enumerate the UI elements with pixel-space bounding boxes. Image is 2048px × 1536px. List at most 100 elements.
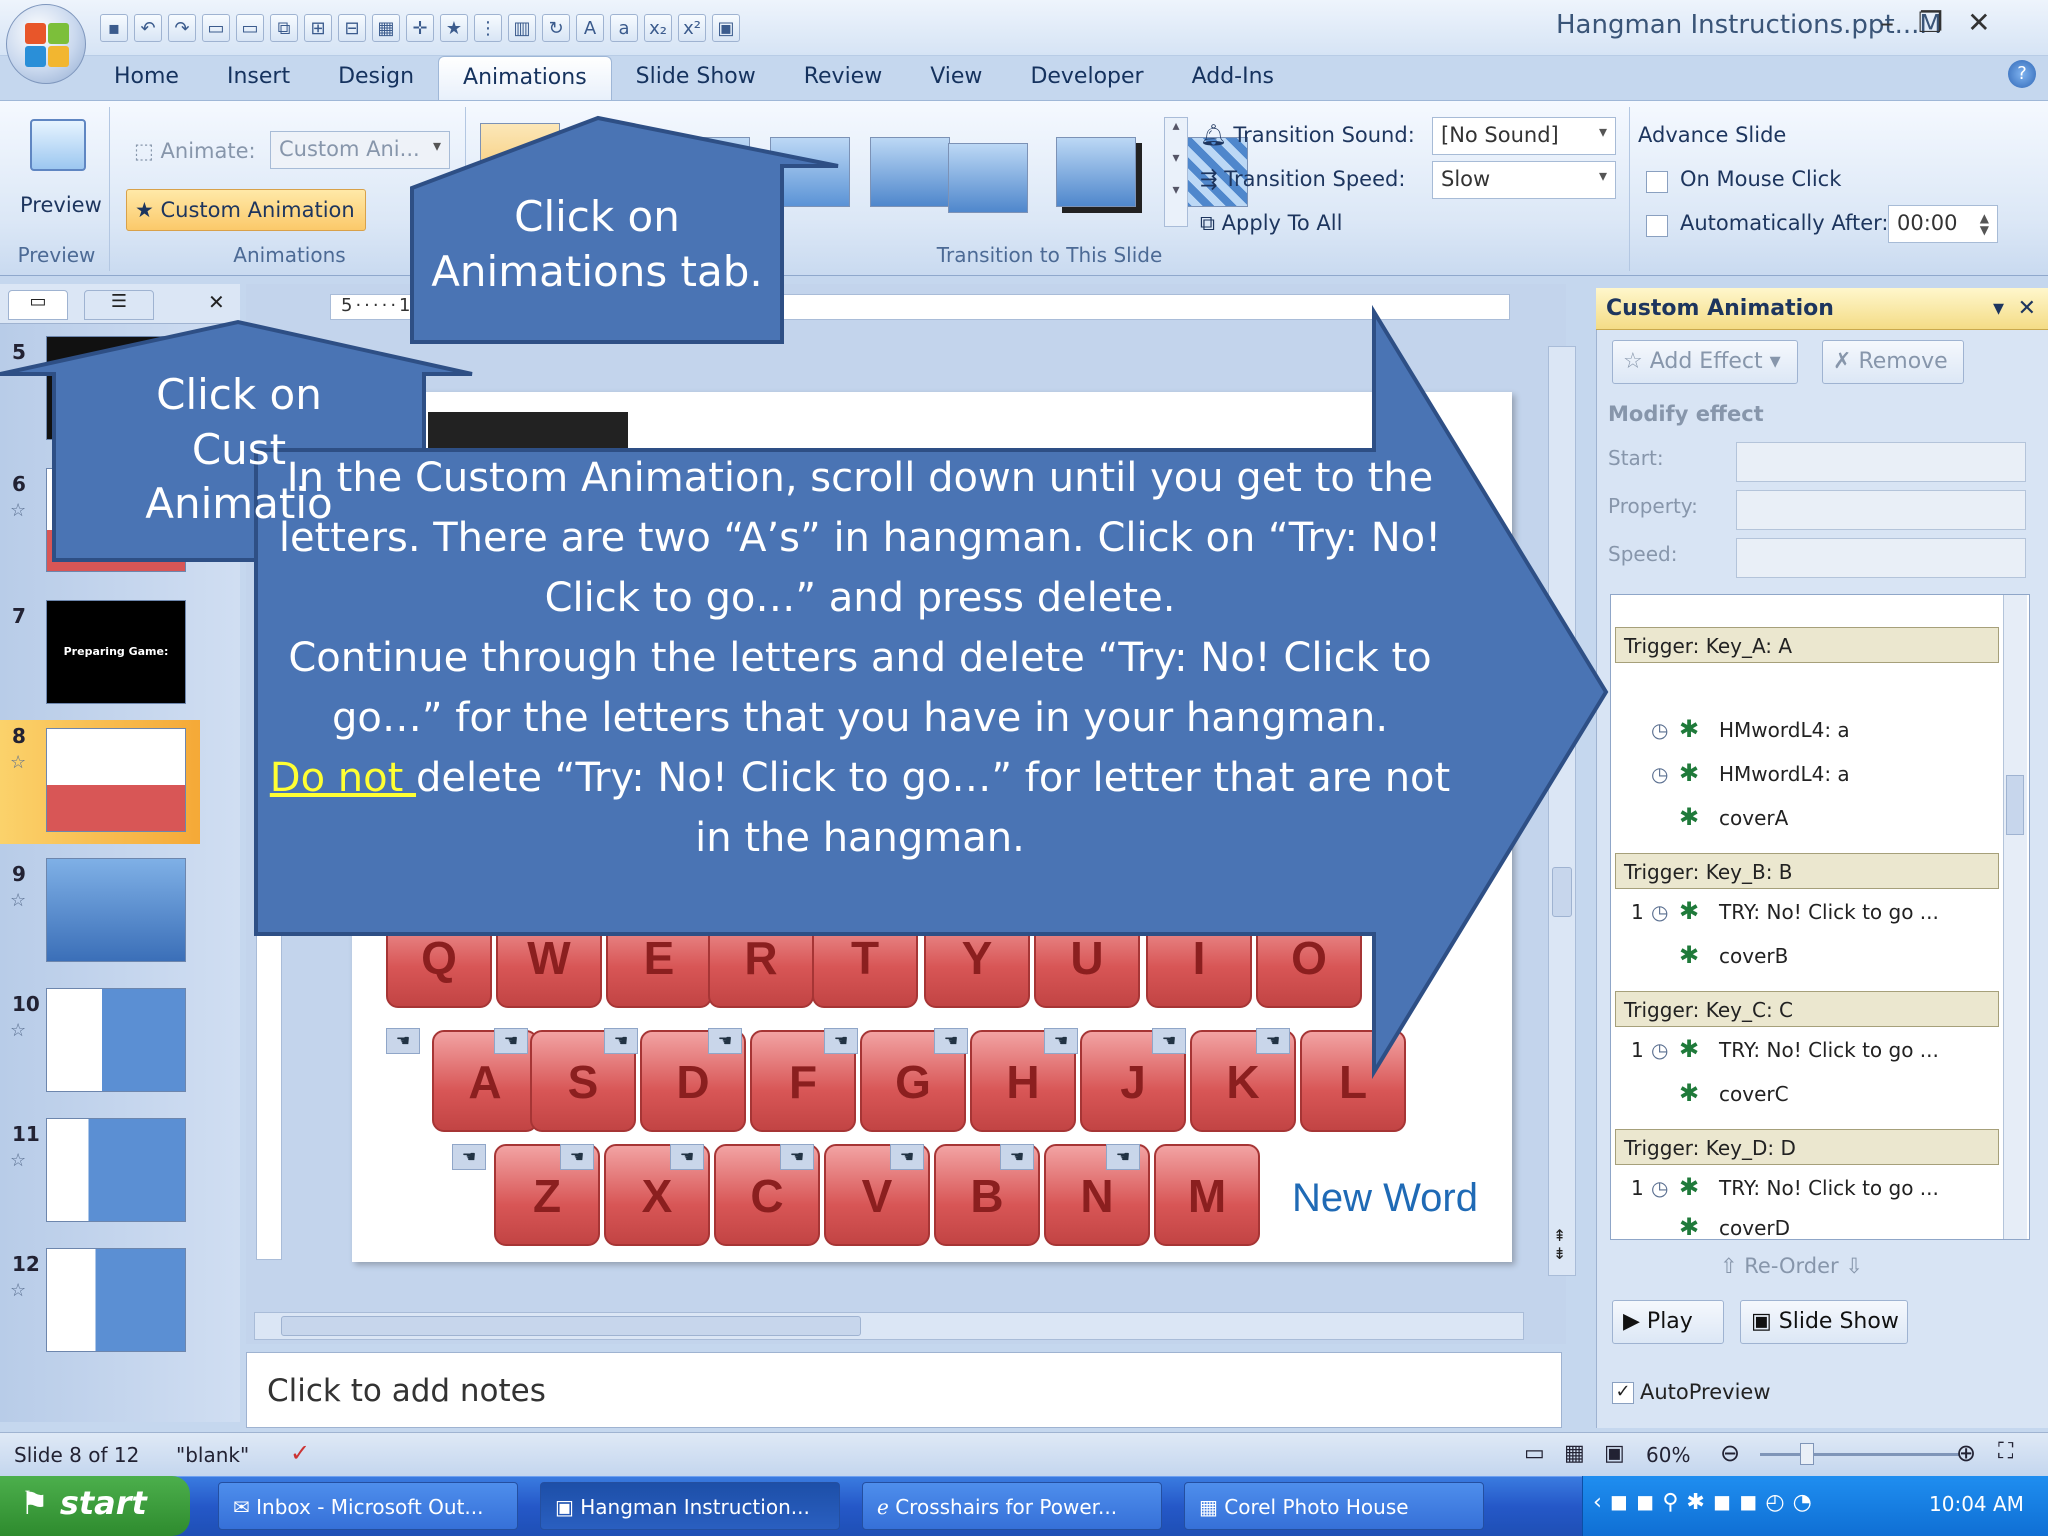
trigger-key-a[interactable]: Trigger: Key_A: A bbox=[1615, 627, 1999, 663]
slide-thumb-item[interactable]: 12 ☆ bbox=[0, 1248, 200, 1368]
slide-horizontal-scrollbar[interactable] bbox=[254, 1312, 1524, 1340]
zoom-slider[interactable] bbox=[1760, 1453, 1960, 1456]
subscript-icon[interactable]: x₂ bbox=[644, 14, 672, 42]
move-down-icon[interactable]: ⇩ bbox=[1839, 1254, 1863, 1278]
restore-button[interactable]: ❐ bbox=[1918, 6, 1943, 39]
key-i[interactable]: I bbox=[1146, 906, 1252, 1008]
transition-speed-dropdown[interactable]: Slow ▾ bbox=[1432, 161, 1616, 199]
start-button[interactable]: ⚑ start bbox=[0, 1476, 190, 1536]
slide-show-button[interactable]: ▣ Slide Show bbox=[1740, 1300, 1908, 1344]
slide-thumb-item[interactable]: 7 Preparing Game: bbox=[0, 600, 200, 720]
save-icon[interactable]: ▪ bbox=[100, 14, 128, 42]
transition-sound-dropdown[interactable]: [No Sound] ▾ bbox=[1432, 117, 1616, 155]
font-grow-icon[interactable]: A bbox=[576, 14, 604, 42]
pane-close-icon[interactable]: ✕ bbox=[2018, 296, 2036, 321]
add-effect-button[interactable]: ☆ Add Effect ▾ bbox=[1612, 340, 1798, 384]
list-item[interactable]: 1 ◷ ✱ TRY: No! Click to go ... bbox=[1631, 1173, 1939, 1207]
speed-dropdown[interactable] bbox=[1736, 538, 2026, 578]
group-icon[interactable]: ⧉ bbox=[270, 14, 298, 42]
tab-animations[interactable]: Animations bbox=[438, 56, 612, 100]
slide-thumb-item[interactable]: 9 ☆ bbox=[0, 858, 200, 978]
animate-dropdown[interactable]: Custom Ani... ▾ bbox=[270, 131, 450, 169]
list-item[interactable]: 1 ◷ ✱ TRY: No! Click to go ... bbox=[1631, 1035, 1939, 1069]
automatically-after-checkbox[interactable] bbox=[1646, 215, 1668, 237]
advance-time-spinner[interactable]: 00:00 ▲ ▼ bbox=[1888, 205, 1998, 243]
trigger-key-b[interactable]: Trigger: Key_B: B bbox=[1615, 853, 1999, 889]
tab-design[interactable]: Design bbox=[314, 56, 438, 100]
tray-icons[interactable]: ‹◼◼⚲✱◼◼◴◔ bbox=[1593, 1490, 1820, 1515]
trigger-key-c[interactable]: Trigger: Key_C: C bbox=[1615, 991, 1999, 1027]
trigger-key-d[interactable]: Trigger: Key_D: D bbox=[1615, 1129, 1999, 1165]
key-q[interactable]: Q bbox=[386, 906, 492, 1008]
key-m[interactable]: M bbox=[1154, 1144, 1260, 1246]
key-u[interactable]: U bbox=[1034, 906, 1140, 1008]
autopreview-checkbox[interactable]: ✓ bbox=[1612, 1382, 1634, 1404]
transition-thumb[interactable] bbox=[770, 137, 850, 207]
superscript-icon[interactable]: x² bbox=[678, 14, 706, 42]
undo-icon[interactable]: ↶ bbox=[134, 14, 162, 42]
zoom-slider-thumb[interactable] bbox=[1800, 1443, 1814, 1465]
key-r[interactable]: R bbox=[708, 906, 814, 1008]
key-o[interactable]: O bbox=[1256, 906, 1362, 1008]
transition-thumb-none[interactable] bbox=[480, 123, 560, 193]
property-dropdown[interactable] bbox=[1736, 490, 2026, 530]
tab-add-ins[interactable]: Add-Ins bbox=[1168, 56, 1298, 100]
tab-slide-show[interactable]: Slide Show bbox=[612, 56, 780, 100]
tab-developer[interactable]: Developer bbox=[1006, 56, 1167, 100]
close-button[interactable]: ✕ bbox=[1967, 6, 1990, 39]
list-scrollbar[interactable] bbox=[2003, 595, 2027, 1239]
list-item[interactable]: ◷ ✱ HMwordL4: a bbox=[1631, 759, 1850, 793]
notes-field[interactable]: Click to add notes bbox=[246, 1352, 1562, 1428]
animation-list[interactable]: Trigger: Key_A: A ◷ ✱ HMwordL4: a ◷ ✱ HMword… bbox=[1610, 594, 2030, 1240]
gallery-scroll[interactable]: ▴ ▾ ▾ bbox=[1164, 117, 1188, 227]
slideshow-view-icon[interactable]: ▣ bbox=[1604, 1441, 1625, 1466]
list-item[interactable]: ◷ ✱ HMwordL4: a bbox=[1631, 715, 1850, 749]
apply-to-all-button[interactable]: ⧉ Apply To All bbox=[1200, 211, 1342, 236]
distribute-icon[interactable]: ⋮ bbox=[474, 14, 502, 42]
picture-icon[interactable]: ▣ bbox=[712, 14, 740, 42]
scroll-thumb[interactable] bbox=[2006, 775, 2024, 835]
slide-vertical-scrollbar[interactable]: ⇞ ⇟ bbox=[1548, 346, 1576, 1276]
tab-review[interactable]: Review bbox=[780, 56, 907, 100]
list-item[interactable]: ✱ coverD bbox=[1631, 1213, 1790, 1239]
key-y[interactable]: Y bbox=[924, 906, 1030, 1008]
sorter-view-icon[interactable]: ▦ bbox=[1564, 1441, 1585, 1466]
minimize-button[interactable]: – bbox=[1880, 6, 1894, 39]
font-shrink-icon[interactable]: a bbox=[610, 14, 638, 42]
prev-next-slide-icon[interactable]: ⇞ ⇟ bbox=[1553, 1227, 1566, 1263]
list-item[interactable]: 1 ◷ ✱ TRY: No! Click to go ... bbox=[1631, 897, 1939, 931]
animation-icon[interactable]: ★ bbox=[440, 14, 468, 42]
slide-thumb-item[interactable]: 11 ☆ bbox=[0, 1118, 200, 1238]
start-dropdown[interactable] bbox=[1736, 442, 2026, 482]
pane-menu-icon[interactable]: ▾ bbox=[1993, 296, 2004, 321]
zoom-in-icon[interactable]: ⊕ bbox=[1956, 1439, 1976, 1467]
spellcheck-icon[interactable]: ✓ bbox=[290, 1439, 310, 1467]
list-item[interactable]: ✱ coverB bbox=[1631, 941, 1788, 975]
tab-view[interactable]: View bbox=[906, 56, 1006, 100]
task-crosshairs[interactable]: ℯ Crosshairs for Power... bbox=[862, 1482, 1162, 1530]
align-icon[interactable]: ⊞ bbox=[304, 14, 332, 42]
tab-home[interactable]: Home bbox=[90, 56, 203, 100]
task-outlook[interactable]: ✉ Inbox - Microsoft Out... bbox=[218, 1482, 518, 1530]
help-icon[interactable]: ? bbox=[2008, 60, 2036, 88]
play-button[interactable]: ▶ Play bbox=[1612, 1300, 1724, 1344]
redo-icon[interactable]: ↷ bbox=[168, 14, 196, 42]
preview-icon[interactable] bbox=[30, 119, 86, 171]
slide-thumb-item-selected[interactable]: 8 ☆ bbox=[0, 720, 200, 844]
close-pane-icon[interactable]: ✕ bbox=[208, 290, 225, 314]
table-icon[interactable]: ▦ bbox=[372, 14, 400, 42]
key-t[interactable]: T bbox=[812, 906, 918, 1008]
remove-button[interactable]: ✗ Remove bbox=[1822, 340, 1964, 384]
office-button[interactable] bbox=[6, 4, 86, 84]
transition-thumb[interactable] bbox=[870, 137, 950, 207]
new-word-button[interactable]: New Word bbox=[1292, 1176, 1478, 1221]
slides-tab-icon[interactable]: ▭ bbox=[8, 290, 68, 320]
chart-icon[interactable]: ▥ bbox=[508, 14, 536, 42]
slide-thumb-item[interactable]: 10 ☆ bbox=[0, 988, 200, 1108]
normal-view-icon[interactable]: ▭ bbox=[1524, 1441, 1545, 1466]
reorder-control[interactable]: ⇧ Re-Order ⇩ bbox=[1720, 1254, 1863, 1278]
align-icon[interactable]: ⊟ bbox=[338, 14, 366, 42]
tab-insert[interactable]: Insert bbox=[203, 56, 314, 100]
key-l[interactable]: L bbox=[1300, 1030, 1406, 1132]
on-mouse-click-checkbox[interactable] bbox=[1646, 171, 1668, 193]
